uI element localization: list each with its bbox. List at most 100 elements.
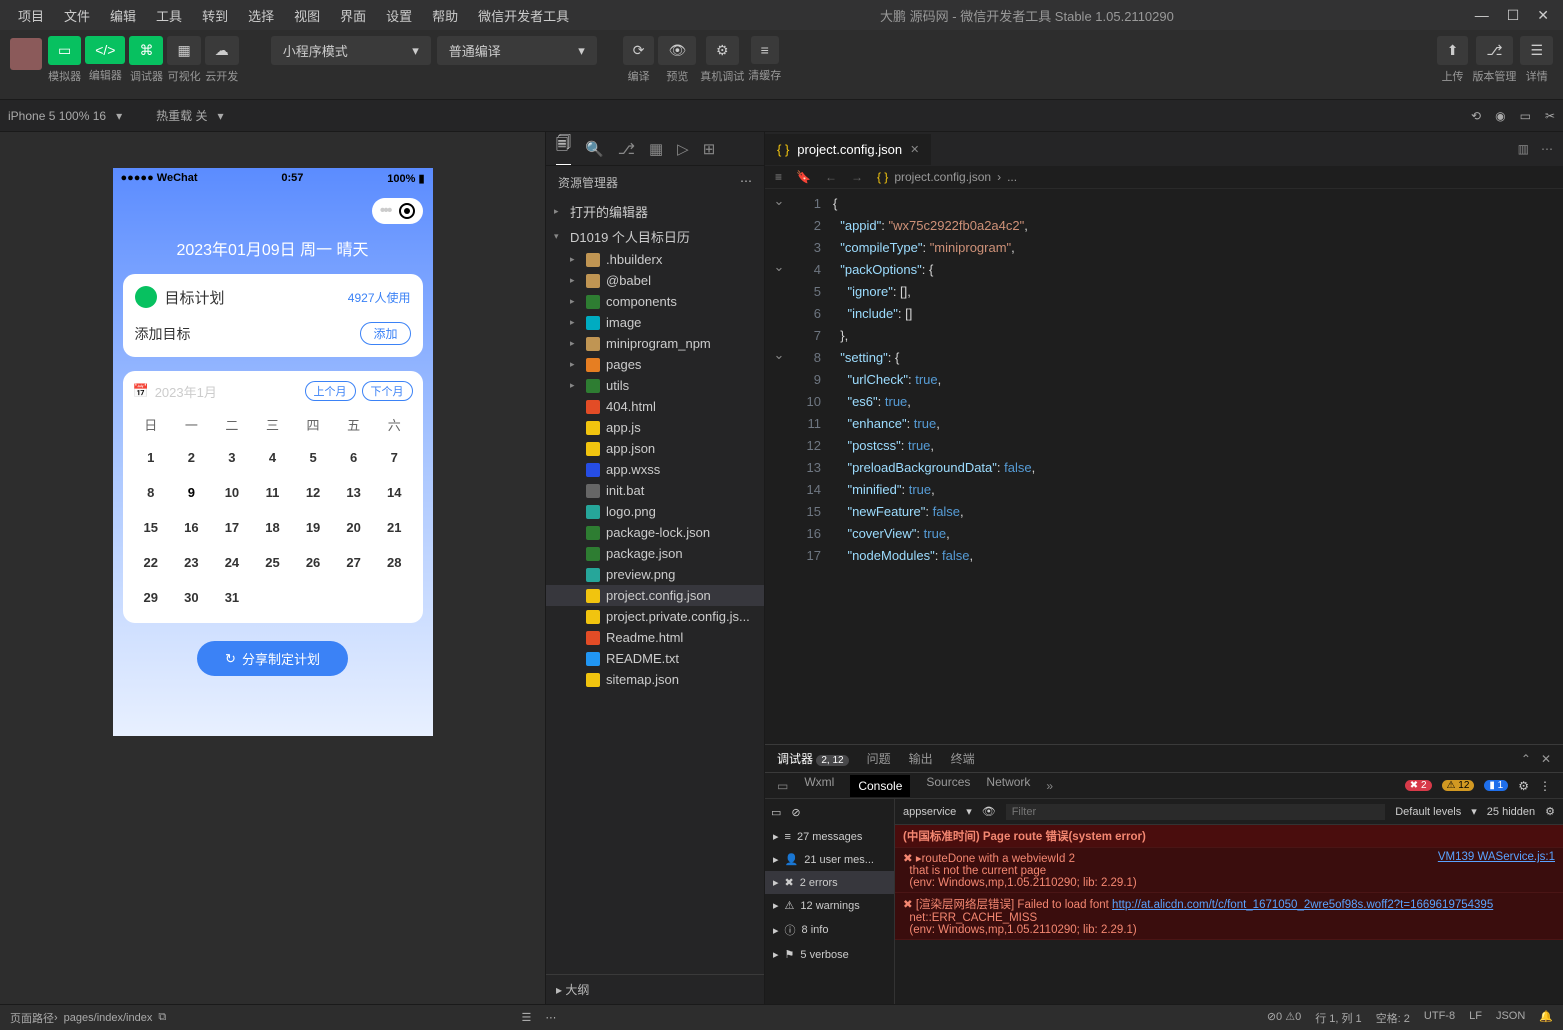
console-output[interactable]: (中国标准时间) Page route 错误(system error)✖ ▸r… [895, 825, 1563, 1004]
nav-forward-icon[interactable]: → [851, 170, 863, 184]
file-item[interactable]: app.wxss [546, 459, 764, 480]
menu-item[interactable]: 项目 [8, 6, 54, 25]
record-icon[interactable]: ◉ [1495, 109, 1505, 123]
bookmark-icon[interactable]: 🔖 [796, 170, 811, 184]
nav-back-icon[interactable]: ← [825, 170, 837, 184]
action-button[interactable]: ⟳ [623, 36, 655, 65]
console-filter-row[interactable]: ▸✖2 errors [765, 871, 894, 894]
calendar-day[interactable]: 15 [133, 512, 170, 543]
file-item[interactable]: package.json [546, 543, 764, 564]
menu-item[interactable]: 设置 [376, 6, 422, 25]
debug-tab[interactable]: 终端 [951, 750, 975, 767]
menu-item[interactable]: 选择 [238, 6, 284, 25]
robot-icon[interactable]: ⊞ [703, 140, 716, 158]
file-item[interactable]: app.js [546, 417, 764, 438]
warning-badge[interactable]: ⚠ 12 [1442, 780, 1475, 791]
page-path[interactable]: pages/index/index [64, 1012, 153, 1024]
devtools-tab[interactable]: Sources [926, 775, 970, 797]
file-item[interactable]: package-lock.json [546, 522, 764, 543]
debug-tab[interactable]: 问题 [867, 750, 891, 767]
mode-button[interactable]: ⌘ [129, 36, 163, 65]
devtools-tab[interactable]: Wxml [804, 775, 834, 797]
menu-item[interactable]: 编辑 [100, 6, 146, 25]
calendar-day[interactable]: 18 [254, 512, 291, 543]
encoding[interactable]: UTF-8 [1424, 1010, 1455, 1026]
target-icon[interactable] [399, 203, 415, 219]
add-goal-button[interactable]: 添加 [360, 322, 410, 345]
folder-item[interactable]: ▸utils [546, 375, 764, 396]
menu-item[interactable]: 界面 [330, 6, 376, 25]
levels-dropdown[interactable]: Default levels [1395, 806, 1461, 818]
mode-button[interactable]: ▦ [167, 36, 200, 65]
devtools-tab[interactable]: Network [986, 775, 1030, 797]
calendar-day[interactable]: 11 [254, 477, 291, 508]
project-root[interactable]: ▾D1019 个人目标日历 [546, 224, 764, 249]
more-icon[interactable]: ⋯ [545, 1011, 556, 1024]
right-action-button[interactable]: ☰ [1520, 36, 1553, 65]
mode-button[interactable]: ▭ [48, 36, 81, 65]
menu-item[interactable]: 文件 [54, 6, 100, 25]
collapse-icon[interactable]: ⌃ [1521, 752, 1531, 766]
calendar-day[interactable]: 3 [214, 442, 251, 473]
menu-item[interactable]: 微信开发者工具 [468, 6, 579, 25]
next-month-button[interactable]: 下个月 [362, 381, 413, 401]
eol[interactable]: LF [1469, 1010, 1482, 1026]
close-panel-icon[interactable]: ✕ [1541, 752, 1551, 766]
share-plan-button[interactable]: ↻ 分享制定计划 [197, 641, 348, 676]
calendar-day[interactable]: 5 [295, 442, 332, 473]
more-icon[interactable]: ⋮ [1539, 779, 1551, 793]
more-icon[interactable]: ⋯ [740, 174, 752, 191]
calendar-day[interactable]: 12 [295, 477, 332, 508]
maximize-icon[interactable]: ☐ [1507, 7, 1520, 24]
calendar-day[interactable]: 22 [133, 547, 170, 578]
action-button[interactable]: 👁 [658, 36, 696, 65]
file-item[interactable]: project.private.config.js... [546, 606, 764, 627]
page-path-label[interactable]: 页面路径 [10, 1010, 54, 1026]
file-item[interactable]: 404.html [546, 396, 764, 417]
calendar-day[interactable]: 21 [376, 512, 413, 543]
scene-icon[interactable]: ☰ [521, 1011, 531, 1024]
eye-icon[interactable]: 👁 [982, 805, 996, 818]
more-icon[interactable]: ••• [380, 202, 391, 220]
context-dropdown[interactable]: appservice [903, 806, 956, 818]
calendar-day[interactable]: 19 [295, 512, 332, 543]
folder-item[interactable]: ▸.hbuilderx [546, 249, 764, 270]
calendar-day[interactable]: 26 [295, 547, 332, 578]
close-icon[interactable]: ✕ [1537, 7, 1549, 24]
debug-icon[interactable]: ▷ [677, 140, 689, 158]
editor-breadcrumb[interactable]: { }project.config.json›... [877, 170, 1017, 184]
calendar-day[interactable]: 8 [133, 477, 170, 508]
mode-button[interactable]: </> [85, 36, 125, 64]
panel-toggle-icon[interactable]: ▭ [777, 779, 788, 793]
file-item[interactable]: preview.png [546, 564, 764, 585]
compile-type-dropdown[interactable]: 普通编译▾ [437, 36, 597, 65]
hidden-count[interactable]: 25 hidden [1487, 806, 1535, 818]
calendar-day[interactable]: 27 [335, 547, 372, 578]
console-filter-row[interactable]: ▸≡27 messages [765, 825, 894, 848]
mode-button[interactable]: ☁ [205, 36, 239, 65]
menu-item[interactable]: 帮助 [422, 6, 468, 25]
cursor-position[interactable]: 行 1, 列 1 [1315, 1010, 1361, 1026]
git-icon[interactable]: ⎇ [618, 140, 635, 158]
code-editor[interactable]: ⌄⌄⌄ 1234567891011121314151617 { "appid":… [765, 189, 1563, 744]
clear-icon[interactable]: ⊘ [791, 806, 800, 819]
calendar-day[interactable]: 13 [335, 477, 372, 508]
debug-tab[interactable]: 调试器 2, 12 [777, 750, 849, 767]
file-item[interactable]: app.json [546, 438, 764, 459]
error-badge[interactable]: ✖ 2 [1405, 780, 1432, 791]
more-icon[interactable]: ⋯ [1541, 142, 1553, 156]
file-item[interactable]: project.config.json [546, 585, 764, 606]
devtools-tab[interactable]: Console [850, 775, 910, 797]
copy-icon[interactable]: ⧉ [158, 1011, 166, 1024]
cut-icon[interactable]: ✂ [1545, 109, 1555, 123]
calendar-day[interactable]: 31 [214, 582, 251, 613]
calendar-day[interactable]: 6 [335, 442, 372, 473]
hot-reload-toggle[interactable]: 热重载 关 [156, 107, 207, 124]
explorer-tab-icon[interactable]: 🗐 [556, 133, 571, 165]
right-action-button[interactable]: ⬆ [1437, 36, 1469, 65]
language-mode[interactable]: JSON [1496, 1010, 1525, 1026]
file-item[interactable]: logo.png [546, 501, 764, 522]
calendar-day[interactable]: 2 [173, 442, 210, 473]
calendar-day[interactable]: 29 [133, 582, 170, 613]
calendar-day[interactable]: 16 [173, 512, 210, 543]
